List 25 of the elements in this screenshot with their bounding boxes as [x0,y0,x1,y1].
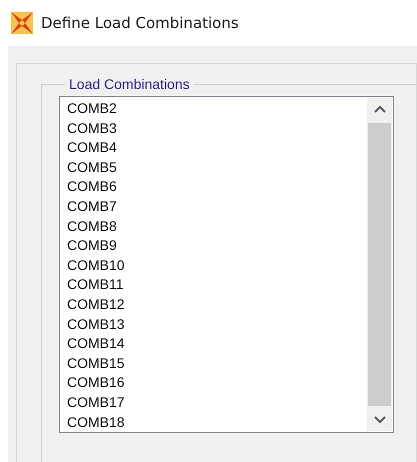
list-item[interactable]: COMB12 [67,294,367,315]
list-item[interactable]: COMB9 [67,236,367,256]
window-title: Define Load Combinations [41,14,239,32]
list-item[interactable]: COMB18 [67,412,367,432]
scroll-down-icon[interactable] [374,416,386,424]
list-item[interactable]: COMB3 [67,118,367,138]
list-item[interactable]: COMB10 [67,256,367,276]
scrollbar[interactable] [367,98,392,431]
scroll-up-icon[interactable] [374,105,386,113]
list-item[interactable]: COMB16 [67,373,367,393]
group-label: Load Combinations [68,76,191,92]
list-item[interactable]: COMB14 [67,334,367,354]
list-item[interactable]: COMB8 [67,216,367,236]
list-item[interactable]: COMB17 [67,392,367,412]
list-item[interactable]: COMB7 [67,196,367,217]
scroll-thumb[interactable] [368,123,391,406]
list-item[interactable]: COMB5 [67,158,367,178]
list-item[interactable]: COMB2 [67,99,367,119]
list-item[interactable]: COMB4 [67,138,367,158]
list-item[interactable]: COMB13 [67,314,367,334]
list-item[interactable]: COMB6 [67,177,367,197]
list-box[interactable]: COMB2 COMB3 COMB4 COMB5 COMB6 COMB7 COMB8 COMB9 COMB10 COMB11 COMB12 COMB13 COMB14 COMB15 COMB16 COMB17 COMB18 [59,96,394,433]
list-item[interactable]: COMB15 [67,354,367,374]
app-logo-icon [11,12,33,34]
list-item[interactable]: COMB11 [67,275,367,295]
